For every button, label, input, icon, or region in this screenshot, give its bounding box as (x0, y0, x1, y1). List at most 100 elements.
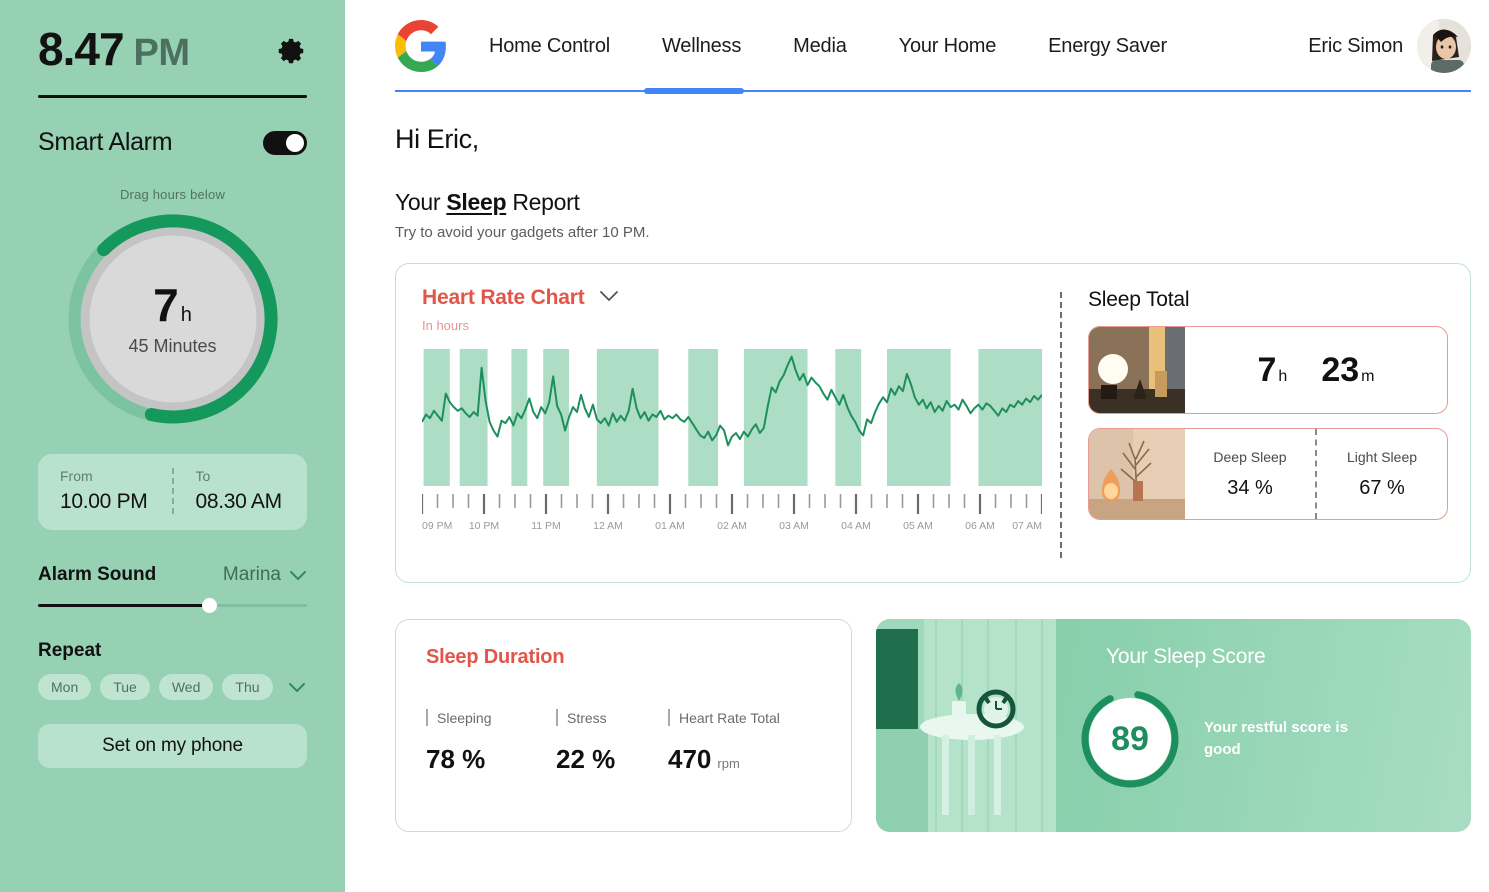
clock-time: 8.47 (38, 23, 125, 75)
clock-row: 8.47 PM (38, 18, 307, 75)
svg-text:02 AM: 02 AM (717, 520, 747, 532)
sleep-total-minutes-unit: m (1361, 367, 1375, 385)
schedule-panel: From 10.00 PM To 08.30 AM (38, 454, 307, 530)
clock-divider (38, 95, 307, 98)
alarm-sound-row[interactable]: Alarm Sound Marina (38, 564, 307, 586)
card-divider (1060, 292, 1062, 558)
sleep-score-card: Your Sleep Score 89 Your restful score i… (876, 619, 1471, 832)
metric-bar-icon (426, 709, 428, 726)
alarm-sound-value: Marina (222, 564, 281, 585)
sleep-split-box: Deep Sleep 34 % Light Sleep 67 % (1088, 428, 1448, 520)
svg-text:12 AM: 12 AM (593, 520, 623, 532)
gear-icon[interactable] (277, 36, 307, 66)
metric-stress: Stress 22 % (556, 709, 668, 775)
nav-link-media[interactable]: Media (767, 35, 872, 58)
bottom-row: Sleep Duration Sleeping 78 % Stress 22 %… (395, 619, 1471, 832)
chevron-down-icon (289, 570, 307, 581)
light-sleep-value: 67 % (1359, 476, 1405, 499)
deep-sleep-value: 34 % (1227, 476, 1273, 499)
sleep-score-title: Your Sleep Score (1106, 645, 1266, 668)
metric-bar-icon (556, 709, 558, 726)
schedule-to-label: To (195, 468, 211, 484)
chart-subtitle: In hours (422, 318, 469, 333)
nav-user[interactable]: Eric Simon (1308, 19, 1471, 73)
nav-link-home-control[interactable]: Home Control (463, 35, 636, 58)
day-chip-thu[interactable]: Thu (222, 674, 273, 700)
svg-text:09 PM: 09 PM (422, 520, 452, 532)
report-prefix: Your (395, 189, 447, 215)
volume-slider[interactable] (38, 598, 307, 613)
app-root: 8.47 PM Smart Alarm Drag hours below 7 h… (0, 0, 1489, 892)
report-heading: Your Sleep Report (395, 189, 1471, 216)
sleep-total-section: Sleep Total 7 h 23 m Deep Sleep 34 % Lig… (1088, 286, 1448, 564)
page-title: Hi Eric, (395, 124, 479, 154)
metric-heart-rate-head: Heart Rate Total (668, 709, 821, 726)
metric-heart-rate-label: Heart Rate Total (679, 709, 780, 726)
sleep-score-body: Your Sleep Score 89 Your restful score i… (1056, 619, 1471, 832)
slider-thumb[interactable] (202, 598, 218, 613)
sleep-dial-wrap: 7h 45 Minutes (38, 210, 307, 428)
heart-rate-plot[interactable]: 09 PM 10 PM 11 PM 12 AM 01 AM 02 AM 03 AM 04 AM… (420, 349, 1054, 544)
sleep-dial[interactable]: 7h 45 Minutes (64, 210, 282, 428)
nav-link-energy-saver[interactable]: Energy Saver (1022, 35, 1193, 58)
svg-text:10 PM: 10 PM (469, 520, 499, 532)
set-on-my-phone-button[interactable]: Set on my phone (38, 724, 307, 768)
svg-text:11 PM: 11 PM (531, 520, 561, 532)
svg-text:04 AM: 04 AM (841, 520, 871, 532)
day-chip-mon[interactable]: Mon (38, 674, 92, 700)
sleep-total-minutes: 23 m (1321, 351, 1374, 390)
smart-alarm-label: Smart Alarm (38, 128, 173, 156)
alarm-sound-label: Alarm Sound (38, 564, 157, 585)
sleep-total-values: 7h 23 m (1185, 327, 1447, 413)
alarm-sound-select[interactable]: Marina (223, 564, 307, 586)
metric-sleeping-value: 78 % (426, 744, 486, 774)
main-content: Home Control Wellness Media Your Home En… (345, 0, 1489, 892)
schedule-to-value: 08.30 AM (195, 490, 283, 513)
sleep-score-value: 89 (1111, 719, 1149, 758)
light-sleep-label: Light Sleep (1346, 448, 1418, 465)
day-chip-wed[interactable]: Wed (158, 674, 214, 700)
chevron-down-icon[interactable] (288, 682, 306, 693)
nav-active-indicator (644, 88, 744, 94)
svg-text:03 AM: 03 AM (779, 520, 809, 532)
deep-sleep-cell: Deep Sleep 34 % (1185, 429, 1315, 519)
schedule-from-value: 10.00 PM (60, 490, 148, 513)
toggle-knob (286, 133, 304, 152)
repeat-label: Repeat (38, 640, 102, 661)
metric-sleeping-head: Sleeping (426, 709, 556, 726)
avatar[interactable] (1417, 19, 1471, 73)
metric-heart-rate-total: Heart Rate Total 470 rpm (668, 709, 821, 775)
sleep-total-box: 7h 23 m (1088, 326, 1448, 414)
sleep-duration-title: Sleep Duration (426, 646, 565, 668)
user-name: Eric Simon (1308, 34, 1403, 57)
chart-title-row[interactable]: Heart Rate Chart (422, 286, 1042, 310)
metric-bar-icon (668, 709, 670, 726)
schedule-from[interactable]: From 10.00 PM (38, 468, 172, 514)
svg-text:06 AM: 06 AM (965, 520, 995, 532)
metric-stress-value: 22 % (556, 744, 616, 774)
sleep-total-minutes-value: 23 (1321, 350, 1360, 389)
google-logo-icon[interactable] (395, 20, 447, 72)
sleep-split-cells: Deep Sleep 34 % Light Sleep 67 % (1185, 429, 1447, 519)
sleep-duration-metrics: Sleeping 78 % Stress 22 % Heart Rate Tot… (426, 709, 821, 775)
day-chip-tue[interactable]: Tue (100, 674, 150, 700)
metric-heart-rate-number: 470 (668, 744, 712, 774)
chevron-down-icon[interactable] (599, 289, 619, 307)
report-suffix: Report (506, 189, 580, 215)
nav-links: Home Control Wellness Media Your Home En… (463, 35, 1193, 58)
smart-alarm-row: Smart Alarm (38, 128, 307, 157)
nav-link-your-home[interactable]: Your Home (873, 35, 1023, 58)
sleep-total-hours: 7h (1258, 351, 1288, 390)
salt-lamp-photo (1089, 429, 1185, 519)
top-navigation: Home Control Wellness Media Your Home En… (395, 0, 1471, 94)
chart-left: Heart Rate Chart In hours 09 PM 10 PM 11 P… (420, 286, 1054, 564)
svg-text:05 AM: 05 AM (903, 520, 933, 532)
nav-link-wellness[interactable]: Wellness (636, 35, 767, 58)
smart-alarm-toggle[interactable] (263, 130, 307, 155)
sleep-total-title: Sleep Total (1088, 288, 1190, 311)
schedule-to[interactable]: To 08.30 AM (171, 468, 308, 514)
metric-stress-head: Stress (556, 709, 668, 726)
repeat-days: Mon Tue Wed Thu (38, 674, 307, 700)
sleep-duration-card: Sleep Duration Sleeping 78 % Stress 22 %… (395, 619, 852, 832)
metric-heart-rate-unit: rpm (717, 756, 740, 771)
